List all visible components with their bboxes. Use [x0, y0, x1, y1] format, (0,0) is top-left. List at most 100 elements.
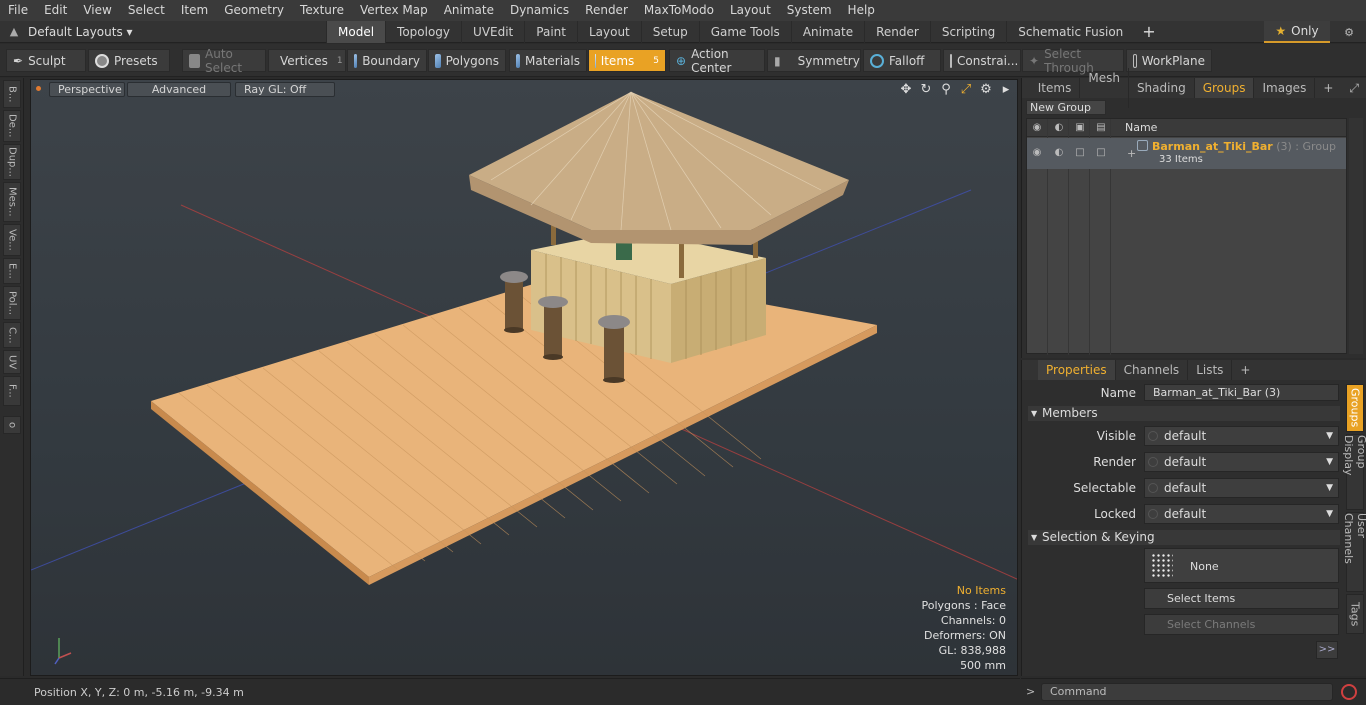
left-tab-polygon[interactable]: Pol...: [3, 286, 21, 320]
menu-vertex-map[interactable]: Vertex Map: [352, 0, 436, 21]
auto-select-button[interactable]: Auto Select: [182, 47, 266, 75]
side-tab-group-display[interactable]: Group Display: [1342, 434, 1366, 510]
tab-paint[interactable]: Paint: [524, 21, 577, 43]
tab-topology[interactable]: Topology: [385, 21, 461, 43]
view-perspective-button[interactable]: Perspective: [49, 82, 125, 97]
menu-edit[interactable]: Edit: [36, 0, 75, 21]
menu-animate[interactable]: Animate: [436, 0, 502, 21]
falloff-button[interactable]: Falloff: [863, 49, 941, 72]
menu-select[interactable]: Select: [120, 0, 173, 21]
select-channels-button[interactable]: Select Channels: [1144, 614, 1339, 635]
tab-lists[interactable]: Lists: [1188, 360, 1233, 380]
selectable-dropdown[interactable]: default ▼: [1144, 478, 1339, 498]
keying-none-button[interactable]: None: [1144, 548, 1339, 583]
side-tab-user-channels[interactable]: User Channels: [1342, 512, 1366, 592]
left-tab-mesh-edit[interactable]: Mes...: [3, 182, 21, 222]
visible-dropdown[interactable]: default ▼: [1144, 426, 1339, 446]
tab-items[interactable]: Items: [1030, 78, 1081, 98]
selection-keying-section[interactable]: ▼ Selection & Keying: [1028, 530, 1340, 545]
tab-groups[interactable]: Groups: [1194, 78, 1255, 98]
render-dropdown[interactable]: default ▼: [1144, 452, 1339, 472]
menu-view[interactable]: View: [75, 0, 119, 21]
menu-geometry[interactable]: Geometry: [216, 0, 292, 21]
menu-item[interactable]: Item: [173, 0, 216, 21]
panel-maximize-icon[interactable]: ⤢: [1341, 78, 1366, 98]
viewport-arrow-icon[interactable]: ▸: [999, 82, 1013, 97]
visibility-eye-icon[interactable]: ◉: [1031, 122, 1043, 134]
tab-properties[interactable]: Properties: [1038, 360, 1116, 380]
members-section[interactable]: ▼ Members: [1028, 406, 1340, 421]
record-macro-icon[interactable]: [1341, 684, 1357, 700]
render-icon[interactable]: ◐: [1053, 122, 1065, 134]
tab-setup[interactable]: Setup: [640, 21, 699, 43]
menu-texture[interactable]: Texture: [292, 0, 352, 21]
vertices-button[interactable]: Vertices 1: [268, 49, 346, 72]
left-tab-duplicate[interactable]: Dup...: [3, 144, 21, 180]
left-tab-extra[interactable]: o: [3, 416, 21, 434]
workplane-button[interactable]: WorkPlane: [1126, 49, 1212, 72]
3d-viewport[interactable]: Perspective Advanced Ray GL: Off ✥ ↻ ⚲ ⤢…: [30, 79, 1018, 676]
add-properties-tab-button[interactable]: +: [1232, 360, 1258, 380]
raygl-button[interactable]: Ray GL: Off: [235, 82, 335, 97]
action-center-button[interactable]: ⊕ Action Center: [669, 47, 765, 75]
command-arrow-icon[interactable]: >: [1026, 685, 1035, 698]
group-name-field[interactable]: Barman_at_Tiki_Bar (3): [1144, 384, 1339, 401]
sculpt-button[interactable]: ✒ Sculpt: [6, 49, 86, 72]
polygons-button[interactable]: Polygons: [428, 49, 506, 72]
tab-shading[interactable]: Shading: [1129, 78, 1195, 98]
command-input[interactable]: Command: [1041, 683, 1333, 701]
row-lock-checkbox[interactable]: □: [1095, 147, 1107, 159]
gear-icon[interactable]: ⚙: [1338, 21, 1360, 43]
select-icon[interactable]: ▣: [1074, 122, 1086, 134]
tab-game-tools[interactable]: Game Tools: [698, 21, 791, 43]
tab-images[interactable]: Images: [1254, 78, 1316, 98]
fit-view-icon[interactable]: ⤢: [959, 82, 973, 97]
move-view-icon[interactable]: ✥: [899, 82, 913, 97]
items-button[interactable]: Items 5: [588, 49, 666, 72]
left-tab-edge[interactable]: E...: [3, 258, 21, 284]
left-tab-curve[interactable]: C...: [3, 322, 21, 348]
tab-uvedit[interactable]: UVEdit: [461, 21, 524, 43]
row-render-icon[interactable]: ◐: [1053, 147, 1065, 159]
new-group-button[interactable]: New Group: [1026, 100, 1106, 115]
materials-button[interactable]: Materials: [509, 49, 587, 72]
left-tab-fusion[interactable]: F...: [3, 376, 21, 406]
constraints-button[interactable]: Constrai...: [943, 49, 1021, 72]
locked-dropdown[interactable]: default ▼: [1144, 504, 1339, 524]
menu-file[interactable]: File: [0, 0, 36, 21]
menu-dynamics[interactable]: Dynamics: [502, 0, 577, 21]
tab-scripting[interactable]: Scripting: [929, 21, 1006, 43]
left-tab-vertex[interactable]: Ve...: [3, 224, 21, 256]
menu-help[interactable]: Help: [840, 0, 883, 21]
row-eye-icon[interactable]: ◉: [1031, 147, 1043, 159]
select-items-button[interactable]: Select Items: [1144, 588, 1339, 609]
boundary-button[interactable]: Boundary: [347, 49, 427, 72]
rotate-view-icon[interactable]: ↻: [919, 82, 933, 97]
layout-selector[interactable]: Default Layouts ▾: [28, 25, 188, 39]
left-tab-deform[interactable]: De...: [3, 110, 21, 142]
side-tab-groups[interactable]: Groups: [1346, 384, 1364, 432]
symmetry-button[interactable]: ▮ Symmetry: [767, 49, 861, 72]
tab-model[interactable]: Model: [326, 21, 386, 43]
lock-icon[interactable]: ▤: [1095, 122, 1107, 134]
expand-plus-icon[interactable]: +: [1127, 147, 1136, 160]
menu-system[interactable]: System: [779, 0, 840, 21]
only-toggle[interactable]: ★ Only: [1264, 21, 1330, 43]
menu-layout[interactable]: Layout: [722, 0, 779, 21]
presets-button[interactable]: Presets: [88, 49, 170, 72]
row-select-checkbox[interactable]: □: [1074, 147, 1086, 159]
add-panel-tab-button[interactable]: +: [1315, 78, 1341, 98]
viewport-menu-dot[interactable]: [36, 86, 41, 91]
left-tab-uv[interactable]: UV: [3, 350, 21, 374]
tab-channels[interactable]: Channels: [1116, 360, 1189, 380]
viewport-gear-icon[interactable]: ⚙: [979, 82, 993, 97]
tab-schematic-fusion[interactable]: Schematic Fusion: [1006, 21, 1134, 43]
add-tab-button[interactable]: +: [1134, 21, 1163, 43]
menu-render[interactable]: Render: [577, 0, 636, 21]
side-tab-tags[interactable]: Tags: [1346, 594, 1364, 634]
shading-advanced-button[interactable]: Advanced: [127, 82, 231, 97]
left-tab-basic[interactable]: B...: [3, 80, 21, 108]
group-row[interactable]: ◉ ◐ □ □ + Barman_at_Tiki_Bar (3) : Group…: [1027, 138, 1346, 169]
layout-collapse-icon[interactable]: ▲: [0, 25, 28, 38]
tab-layout[interactable]: Layout: [576, 21, 641, 43]
